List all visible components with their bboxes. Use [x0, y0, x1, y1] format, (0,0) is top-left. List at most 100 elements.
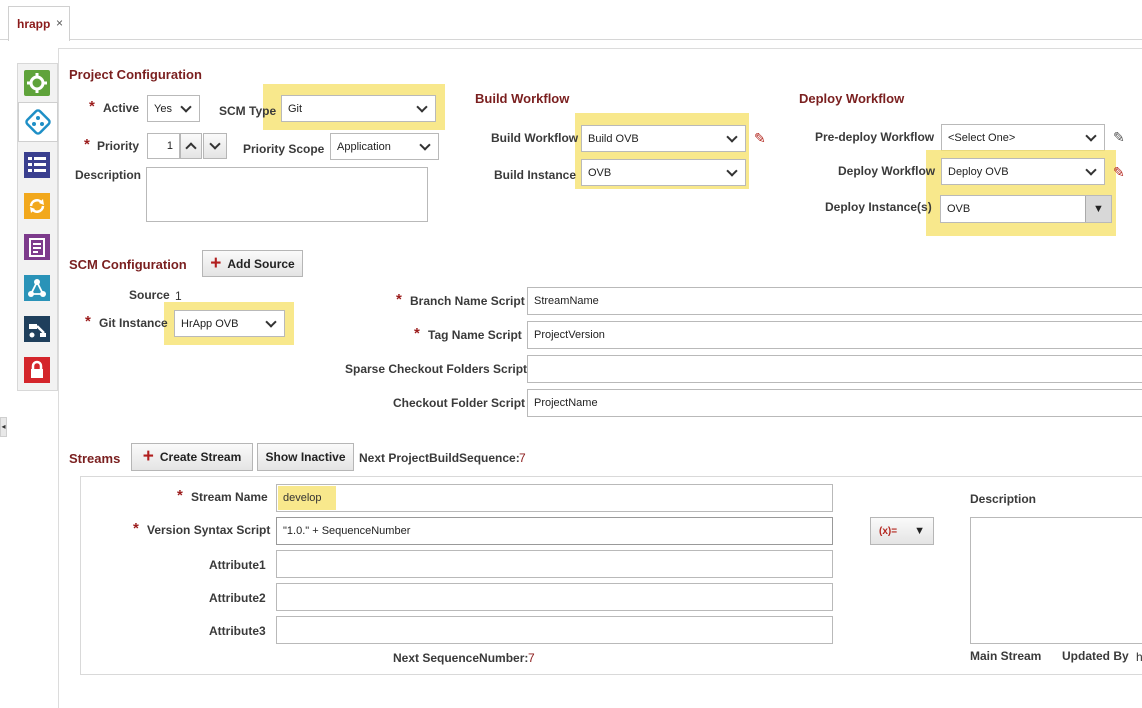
branch-name-input[interactable]: StreamName	[527, 287, 1142, 315]
predeploy-workflow-value: <Select One>	[948, 131, 1016, 144]
checkout-folder-input[interactable]: ProjectName	[527, 389, 1142, 417]
priority-scope-value: Application	[337, 140, 391, 153]
chevron-up-icon	[185, 142, 197, 154]
priority-down-button[interactable]	[203, 133, 227, 159]
deploy-workflow-label: Deploy Workflow	[838, 164, 936, 178]
deploy-workflow-value: Deploy OVB	[948, 165, 1009, 178]
active-select[interactable]: Yes	[147, 95, 200, 122]
refresh-icon[interactable]	[24, 193, 50, 219]
plus-icon: +	[142, 446, 154, 467]
streams-title: Streams	[69, 451, 121, 466]
robot-icon[interactable]	[24, 316, 50, 342]
deploy-workflow-select[interactable]: Deploy OVB	[941, 158, 1105, 185]
divider	[80, 476, 81, 674]
show-inactive-button[interactable]: Show Inactive	[257, 443, 354, 471]
dropdown-arrow-icon[interactable]: ▼	[1085, 196, 1111, 222]
deploy-instances-select[interactable]: OVB ▼	[940, 195, 1112, 223]
scm-type-value: Git	[288, 102, 303, 115]
expression-button[interactable]: (x)= ▼	[870, 517, 934, 545]
git-instance-label: Git Instance	[99, 316, 168, 330]
chevron-down-icon	[180, 100, 192, 113]
create-stream-button[interactable]: + Create Stream	[131, 443, 253, 471]
chevron-down-icon	[726, 164, 738, 177]
tab-hrapp[interactable]: hrapp ×	[8, 6, 70, 41]
project-config-title: Project Configuration	[69, 67, 202, 82]
attribute1-label: Attribute1	[209, 558, 266, 572]
tag-name-label: Tag Name Script	[428, 328, 522, 342]
plus-icon: +	[210, 252, 222, 274]
chevron-down-icon	[1085, 129, 1097, 142]
network-icon[interactable]	[24, 275, 50, 301]
lock-icon[interactable]	[24, 357, 50, 383]
divider	[80, 476, 1142, 477]
description-textarea[interactable]	[146, 167, 428, 222]
stream-name-input[interactable]	[276, 484, 833, 512]
attribute3-label: Attribute3	[209, 624, 266, 638]
source-label: Source	[129, 288, 170, 302]
priority-input[interactable]: 1	[147, 133, 180, 159]
edit-build-workflow-icon[interactable]: ✎	[754, 130, 766, 147]
add-source-label: Add Source	[227, 256, 295, 271]
stream-description-textarea[interactable]	[970, 517, 1142, 644]
report-icon[interactable]	[24, 234, 50, 260]
version-syntax-input[interactable]: "1.0." + SequenceNumber	[276, 517, 833, 545]
attribute2-input[interactable]	[276, 583, 833, 611]
chevron-down-icon	[419, 138, 431, 151]
git-instance-select[interactable]: HrApp OVB	[174, 310, 285, 337]
deploy-diamond-icon[interactable]	[18, 102, 58, 142]
add-source-button[interactable]: + Add Source	[202, 250, 303, 277]
build-instance-label: Build Instance	[494, 168, 577, 182]
expression-label: (x)=	[879, 525, 898, 537]
predeploy-workflow-label: Pre-deploy Workflow	[815, 130, 935, 144]
stream-name-label: Stream Name	[191, 490, 268, 504]
git-instance-value: HrApp OVB	[181, 317, 239, 330]
description-label: Description	[75, 168, 142, 182]
scm-type-select[interactable]: Git	[281, 95, 436, 122]
build-workflow-value: Build OVB	[588, 132, 639, 145]
chevron-down-icon	[1085, 163, 1097, 176]
collapse-left-icon[interactable]: ◂	[0, 417, 7, 437]
gear-icon[interactable]	[24, 70, 50, 96]
dropdown-arrow-icon: ▼	[914, 525, 925, 537]
list-icon[interactable]	[24, 152, 50, 178]
required-marker: *	[84, 136, 90, 153]
side-toolbar	[17, 63, 58, 391]
active-label: Active	[103, 101, 140, 115]
sparse-checkout-input[interactable]	[527, 355, 1142, 383]
chevron-down-icon	[265, 315, 277, 328]
attribute3-input[interactable]	[276, 616, 833, 644]
required-marker: *	[414, 325, 420, 342]
scm-config-title: SCM Configuration	[69, 257, 187, 272]
required-marker: *	[85, 313, 91, 330]
attribute2-label: Attribute2	[209, 591, 266, 605]
edit-deploy-workflow-icon[interactable]: ✎	[1113, 164, 1125, 181]
checkout-folder-label: Checkout Folder Script	[393, 396, 526, 410]
main-stream-label: Main Stream	[970, 649, 1042, 663]
build-workflow-select[interactable]: Build OVB	[581, 125, 746, 152]
priority-up-button[interactable]	[180, 133, 202, 159]
close-icon[interactable]: ×	[56, 16, 63, 30]
chevron-down-icon	[726, 130, 738, 143]
branch-name-label: Branch Name Script	[410, 294, 525, 308]
next-build-sequence-value: 7	[519, 451, 526, 465]
scm-type-label: SCM Type	[219, 104, 277, 118]
predeploy-workflow-select[interactable]: <Select One>	[941, 124, 1105, 151]
stream-name-value: develop	[283, 492, 322, 504]
version-syntax-label: Version Syntax Script	[147, 523, 271, 537]
active-value: Yes	[154, 102, 172, 115]
attribute1-input[interactable]	[276, 550, 833, 578]
tag-name-input[interactable]: ProjectVersion	[527, 321, 1142, 349]
priority-scope-select[interactable]: Application	[330, 133, 439, 160]
required-marker: *	[177, 487, 183, 504]
divider	[80, 674, 1142, 675]
chevron-down-icon	[209, 138, 221, 150]
edit-predeploy-icon[interactable]: ✎	[1113, 129, 1125, 146]
deploy-instances-value: OVB	[947, 203, 971, 215]
deploy-instances-label: Deploy Instance(s)	[825, 200, 932, 214]
next-build-sequence-label: Next ProjectBuildSequence:	[359, 451, 520, 465]
build-instance-value: OVB	[588, 166, 612, 179]
updated-by-value: h	[1136, 650, 1142, 664]
build-instance-select[interactable]: OVB	[581, 159, 746, 186]
updated-by-label: Updated By	[1062, 649, 1129, 663]
stream-description-label: Description	[970, 492, 1037, 506]
